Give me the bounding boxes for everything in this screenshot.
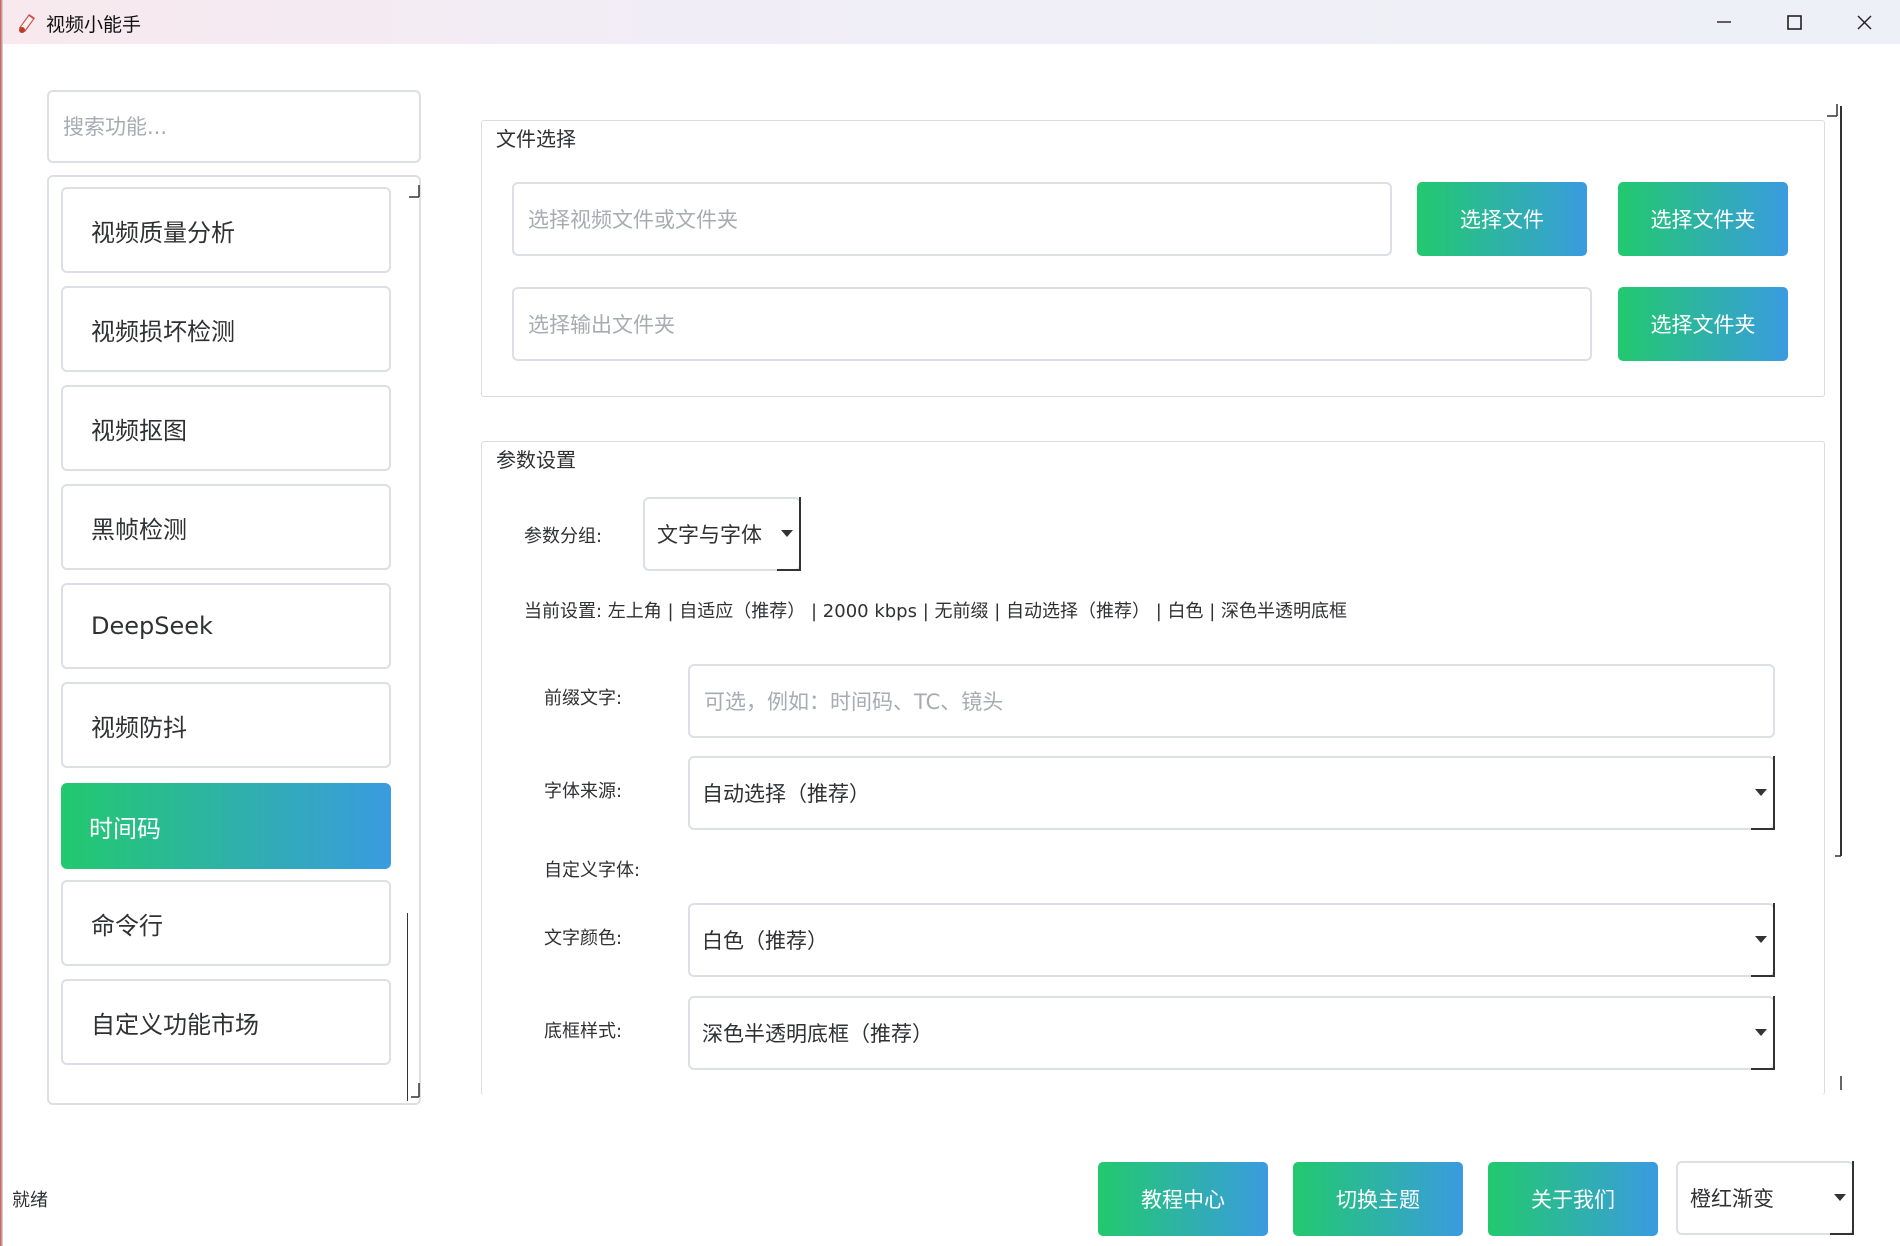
nav-item-video-damage[interactable]: 视频损坏检测 (61, 286, 391, 372)
app-logo-icon (19, 14, 35, 33)
main-scrollbar[interactable] (1825, 100, 1845, 1090)
select-output-folder-button[interactable]: 选择文件夹 (1618, 287, 1788, 361)
tutorial-button[interactable]: 教程中心 (1098, 1162, 1268, 1236)
param-group-label: 参数分组: (524, 526, 603, 547)
close-button[interactable] (1829, 0, 1899, 44)
sidebar-scrollbar[interactable] (407, 183, 421, 1101)
file-select-title: 文件选择 (494, 123, 578, 152)
box-style-select[interactable]: 深色半透明底框（推荐） (688, 996, 1775, 1070)
params-group: 参数设置 参数分组: 文字与字体 当前设置: 左上角 | 自适应（推荐） | 2… (481, 441, 1825, 1095)
prefix-input[interactable]: 可选，例如：时间码、TC、镜头 (688, 664, 1775, 738)
video-path-placeholder: 选择视频文件或文件夹 (528, 208, 738, 232)
nav-item-command-line[interactable]: 命令行 (61, 880, 391, 966)
chevron-down-icon (1755, 1029, 1767, 1036)
nav-item-deepseek[interactable]: DeepSeek (61, 583, 391, 669)
chevron-down-icon (1755, 936, 1767, 943)
font-source-label: 字体来源: (544, 781, 623, 802)
output-path-placeholder: 选择输出文件夹 (528, 313, 675, 337)
text-color-value: 白色（推荐） (702, 929, 828, 953)
about-label: 关于我们 (1531, 1188, 1615, 1212)
chevron-down-icon (1755, 789, 1767, 796)
box-style-value: 深色半透明底框（推荐） (702, 1022, 933, 1046)
prefix-label: 前缀文字: (544, 688, 623, 709)
nav-item-label: 时间码 (89, 814, 161, 843)
about-button[interactable]: 关于我们 (1488, 1162, 1658, 1236)
nav-item-label: 黑帧检测 (91, 515, 187, 544)
text-color-label: 文字颜色: (544, 928, 623, 949)
nav-item-label: 视频防抖 (91, 713, 187, 742)
feature-list: 视频质量分析 视频损坏检测 视频抠图 黑帧检测 DeepSeek 视频防抖 时间… (47, 175, 421, 1105)
minimize-icon (1717, 21, 1731, 23)
close-icon (1857, 15, 1871, 29)
select-folder-button[interactable]: 选择文件夹 (1618, 182, 1788, 256)
nav-item-video-quality[interactable]: 视频质量分析 (61, 187, 391, 273)
nav-item-stabilize[interactable]: 视频防抖 (61, 682, 391, 768)
current-settings-text: 当前设置: 左上角 | 自适应（推荐） | 2000 kbps | 无前缀 | … (524, 601, 1348, 622)
switch-theme-button[interactable]: 切换主题 (1293, 1162, 1463, 1236)
nav-item-timecode[interactable]: 时间码 (61, 783, 391, 869)
select-file-label: 选择文件 (1460, 208, 1544, 232)
nav-item-label: 视频质量分析 (91, 218, 235, 247)
app-window: 视频小能手 视频质量分析 视频损坏检测 视频抠图 黑帧检测 DeepSeek 视… (3, 0, 1900, 1244)
maximize-button[interactable] (1759, 0, 1829, 44)
nav-item-video-matting[interactable]: 视频抠图 (61, 385, 391, 471)
minimize-button[interactable] (1689, 0, 1759, 44)
text-color-select[interactable]: 白色（推荐） (688, 903, 1775, 977)
param-group-select[interactable]: 文字与字体 (643, 497, 801, 571)
prefix-placeholder: 可选，例如：时间码、TC、镜头 (704, 690, 1004, 714)
chevron-down-icon (781, 530, 793, 537)
window-title: 视频小能手 (46, 14, 142, 36)
theme-select[interactable]: 橙红渐变 (1676, 1161, 1854, 1235)
maximize-icon (1786, 14, 1802, 30)
switch-theme-label: 切换主题 (1336, 1188, 1420, 1212)
title-bar: 视频小能手 (3, 0, 1900, 44)
param-group-value: 文字与字体 (657, 523, 762, 547)
box-style-label: 底框样式: (544, 1021, 623, 1042)
nav-item-label: 视频损坏检测 (91, 317, 235, 346)
nav-item-label: 自定义功能市场 (91, 1010, 259, 1039)
select-folder-label: 选择文件夹 (1650, 208, 1756, 232)
select-file-button[interactable]: 选择文件 (1417, 182, 1587, 256)
params-title: 参数设置 (494, 444, 578, 473)
search-input[interactable] (47, 90, 421, 163)
nav-item-label: 命令行 (91, 911, 163, 940)
nav-item-custom-market[interactable]: 自定义功能市场 (61, 979, 391, 1065)
output-path-input[interactable]: 选择输出文件夹 (512, 287, 1592, 361)
nav-item-label: 视频抠图 (91, 416, 187, 445)
chevron-down-icon (1834, 1194, 1846, 1201)
video-path-input[interactable]: 选择视频文件或文件夹 (512, 182, 1392, 256)
theme-value: 橙红渐变 (1690, 1187, 1774, 1211)
file-select-group: 文件选择 选择视频文件或文件夹 选择文件 选择文件夹 选择输出文件夹 选择文件夹 (481, 120, 1825, 397)
nav-item-black-frame[interactable]: 黑帧检测 (61, 484, 391, 570)
font-source-select[interactable]: 自动选择（推荐） (688, 756, 1775, 830)
nav-item-label: DeepSeek (91, 612, 213, 640)
select-output-folder-label: 选择文件夹 (1650, 313, 1756, 337)
custom-font-label: 自定义字体: (544, 860, 641, 881)
status-text: 就绪 (12, 1190, 48, 1211)
font-source-value: 自动选择（推荐） (702, 782, 870, 806)
tutorial-label: 教程中心 (1141, 1188, 1225, 1212)
